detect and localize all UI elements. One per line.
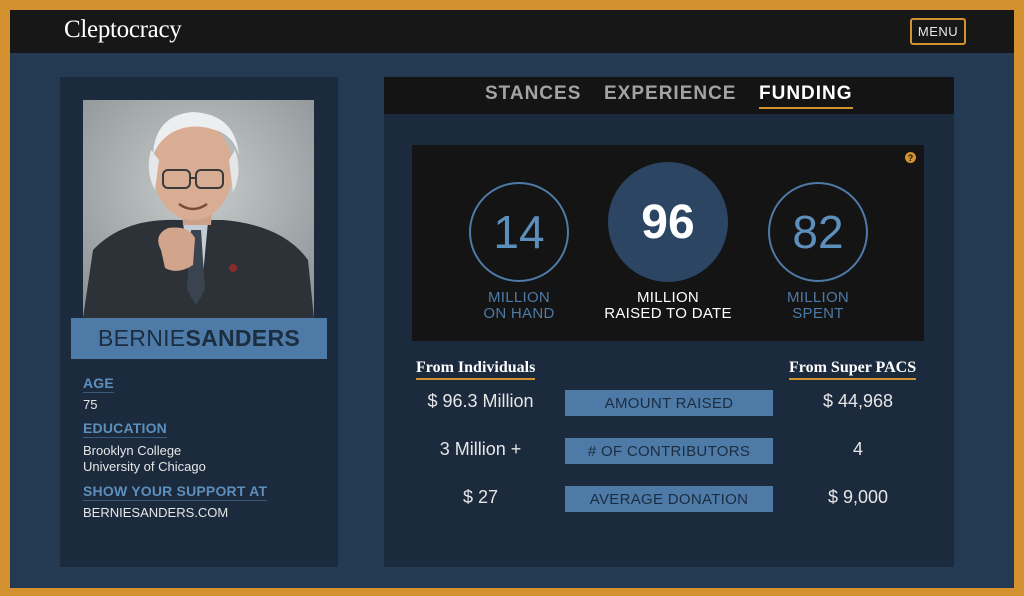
tab-funding[interactable]: FUNDING: [759, 83, 853, 109]
tab-bar: STANCES EXPERIENCE FUNDING: [384, 77, 954, 114]
individuals-contributors: 3 Million +: [439, 439, 522, 459]
candidate-photo: [83, 100, 314, 318]
site-logo[interactable]: Cleptocracy: [64, 16, 182, 44]
menu-button[interactable]: MENU: [910, 18, 966, 45]
raised-circle: 96: [608, 162, 728, 282]
education-label: EDUCATION: [83, 420, 167, 438]
spent-caption: MILLION SPENT: [786, 289, 850, 322]
age-value: 75: [83, 397, 98, 412]
superpacs-contributors: 4: [852, 439, 863, 459]
on-hand-circle: 14: [469, 182, 569, 282]
individuals-heading: From Individuals: [416, 359, 536, 380]
first-name: BERNIE: [98, 325, 186, 351]
raised-caption: MILLION RAISED TO DATE: [604, 289, 732, 322]
on-hand-caption: MILLION ON HAND: [483, 289, 555, 322]
candidate-card: BERNIE SANDERS AGE 75 EDUCATION Brooklyn …: [60, 77, 338, 567]
education-item: University of Chicago: [83, 459, 206, 474]
last-name: SANDERS: [185, 325, 300, 351]
funding-summary: ? 14 MILLION ON HAND 96 MILLION RAISED T…: [412, 145, 924, 341]
on-hand-value: 14: [493, 206, 545, 258]
tab-experience[interactable]: EXPERIENCE: [604, 83, 736, 107]
help-icon[interactable]: ?: [905, 152, 916, 163]
raised-value: 96: [641, 195, 695, 249]
average-donation-label: AVERAGE DONATION: [565, 486, 773, 512]
individuals-average: $ 27: [462, 487, 499, 507]
support-link[interactable]: BERNIESANDERS.COM: [83, 505, 228, 521]
support-label: SHOW YOUR SUPPORT AT: [83, 483, 268, 501]
amount-raised-label: AMOUNT RAISED: [565, 390, 773, 416]
candidate-name: BERNIE SANDERS: [71, 318, 327, 359]
individuals-amount: $ 96.3 Million: [427, 391, 534, 411]
superpacs-amount: $ 44,968: [822, 391, 894, 411]
spent-circle: 82: [768, 182, 868, 282]
spent-value: 82: [792, 206, 844, 258]
age-label: AGE: [83, 375, 114, 393]
superpacs-average: $ 9,000: [827, 487, 889, 507]
contributors-label: # OF CONTRIBUTORS: [565, 438, 773, 464]
superpacs-heading: From Super PACS: [789, 359, 917, 380]
top-bar: Cleptocracy MENU: [10, 10, 1014, 53]
app-frame: Cleptocracy MENU BERNIE SANDERS AGE 75 E…: [10, 10, 1014, 588]
education-item: Brooklyn College: [83, 443, 182, 458]
details-card: STANCES EXPERIENCE FUNDING ? 14 MILLION …: [384, 77, 954, 567]
tab-stances[interactable]: STANCES: [485, 83, 581, 107]
